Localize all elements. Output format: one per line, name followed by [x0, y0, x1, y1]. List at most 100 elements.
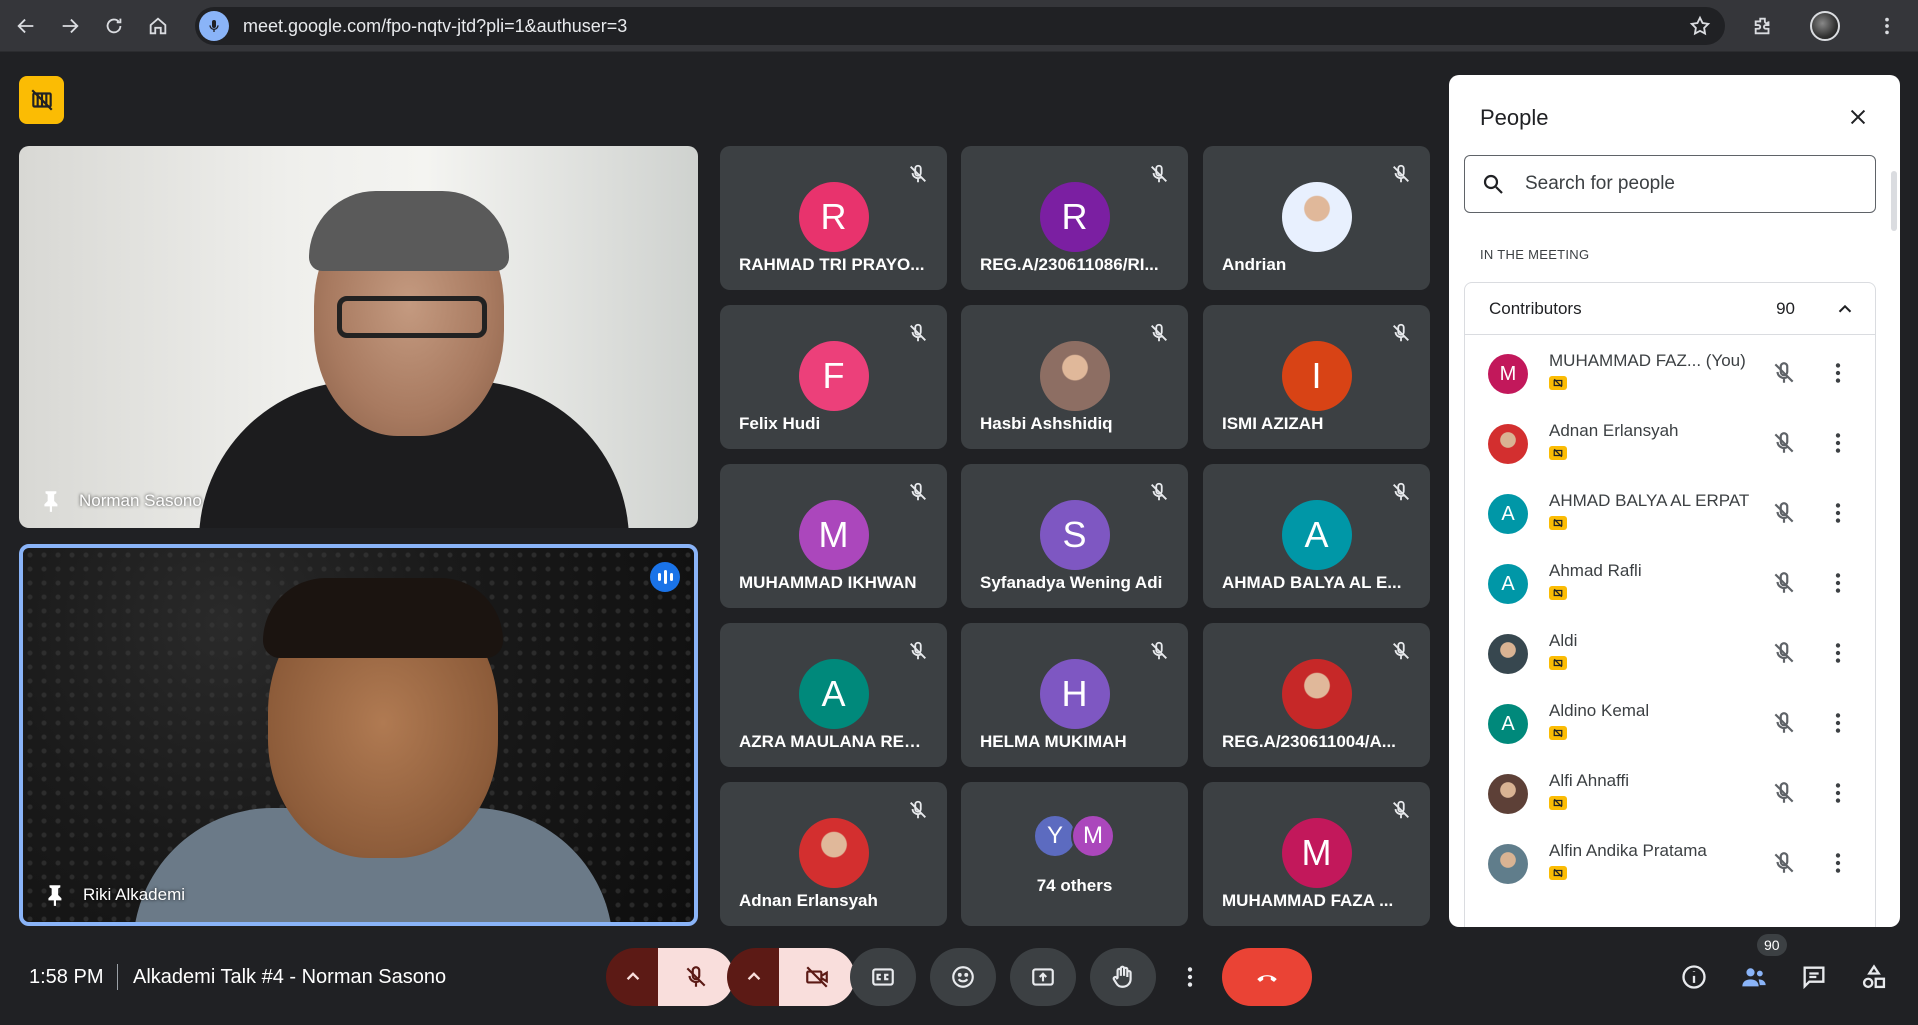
participant-name: AHMAD BALYA AL E... [1222, 573, 1402, 592]
microphone-off-icon [1390, 163, 1412, 185]
more-options-button[interactable] [1170, 948, 1210, 1006]
participant-name: Aldi [1549, 631, 1578, 650]
people-count-badge: 90 [1757, 934, 1787, 956]
participant-name: REG.A/230611086/RI... [980, 255, 1159, 274]
others-tile[interactable]: Y M 74 others [961, 782, 1188, 926]
profile-avatar[interactable] [1794, 0, 1856, 52]
video-options-button[interactable] [727, 948, 781, 1006]
camera-toggle-button[interactable] [779, 948, 855, 1006]
participant-row[interactable]: A Aldino Kemal [1465, 689, 1875, 759]
avatar: F [798, 341, 869, 411]
participant-tile[interactable]: Adnan Erlansyah [720, 782, 947, 926]
chat-button[interactable] [1793, 956, 1835, 998]
audio-options-button[interactable] [606, 948, 660, 1006]
microphone-off-icon[interactable] [1771, 780, 1797, 806]
leave-call-button[interactable] [1222, 948, 1312, 1006]
microphone-off-icon[interactable] [1771, 710, 1797, 736]
more-vert-icon[interactable] [1825, 850, 1851, 876]
close-panel-button[interactable] [1840, 99, 1876, 135]
captions-button[interactable] [850, 948, 916, 1006]
section-label: IN THE MEETING [1480, 247, 1590, 262]
recording-tag-icon [1549, 446, 1567, 460]
participant-tile[interactable]: A AHMAD BALYA AL E... [1203, 464, 1430, 608]
avatar [1488, 774, 1528, 814]
microphone-toggle-button[interactable] [658, 948, 734, 1006]
url-text: meet.google.com/fpo-nqtv-jtd?pli=1&authu… [243, 15, 628, 36]
participant-row[interactable]: A Ahmad Rafli [1465, 549, 1875, 619]
participant-row[interactable]: Adnan Erlansyah [1465, 409, 1875, 479]
participant-tile[interactable]: Hasbi Ashshidiq [961, 305, 1188, 449]
more-vert-icon[interactable] [1825, 500, 1851, 526]
participant-tile[interactable]: S Syfanadya Wening Adi [961, 464, 1188, 608]
browser-toolbar: meet.google.com/fpo-nqtv-jtd?pli=1&authu… [0, 0, 1918, 52]
recording-indicator-icon[interactable] [19, 76, 64, 124]
extensions-icon[interactable] [1732, 0, 1794, 52]
participant-tile[interactable]: F Felix Hudi [720, 305, 947, 449]
microphone-off-icon [907, 799, 929, 821]
microphone-off-icon[interactable] [1771, 850, 1797, 876]
meeting-info-button[interactable] [1673, 956, 1715, 998]
participant-tile[interactable]: I ISMI AZIZAH [1203, 305, 1430, 449]
others-avatar-2: M [1071, 814, 1115, 858]
participant-tile[interactable]: REG.A/230611004/A... [1203, 623, 1430, 767]
reload-icon[interactable] [92, 0, 136, 52]
participant-tile[interactable]: Andrian [1203, 146, 1430, 290]
raise-hand-button[interactable] [1090, 948, 1156, 1006]
reactions-button[interactable] [930, 948, 996, 1006]
home-icon[interactable] [136, 0, 180, 52]
avatar: I [1281, 341, 1352, 411]
captions-icon [872, 968, 894, 986]
participant-row[interactable]: M MUHAMMAD FAZ... (You) [1465, 339, 1875, 409]
participant-row[interactable]: Alfi Ahnaffi [1465, 759, 1875, 829]
participant-row[interactable]: Alfin Andika Pratama [1465, 829, 1875, 899]
address-bar[interactable]: meet.google.com/fpo-nqtv-jtd?pli=1&authu… [195, 7, 1725, 45]
video-tile-riki-alkademi[interactable]: Riki Alkademi [19, 544, 698, 926]
microphone-icon[interactable] [199, 11, 229, 41]
participant-tile[interactable]: M MUHAMMAD FAZA ... [1203, 782, 1430, 926]
microphone-off-icon[interactable] [1771, 570, 1797, 596]
participant-tile[interactable]: R REG.A/230611086/RI... [961, 146, 1188, 290]
microphone-off-icon [1390, 322, 1412, 344]
people-button[interactable] [1733, 956, 1775, 998]
microphone-off-icon[interactable] [1771, 430, 1797, 456]
more-vert-icon[interactable] [1825, 780, 1851, 806]
meeting-title: Alkademi Talk #4 - Norman Sasono [133, 966, 447, 988]
avatar: S [1039, 500, 1110, 570]
more-vert-icon[interactable] [1825, 570, 1851, 596]
more-vert-icon[interactable] [1825, 360, 1851, 386]
participant-name: Andrian [1222, 255, 1287, 274]
more-vert-icon[interactable] [1825, 640, 1851, 666]
activities-button[interactable] [1853, 956, 1895, 998]
participant-tile[interactable]: M MUHAMMAD IKHWAN [720, 464, 947, 608]
participant-tile[interactable]: R RAHMAD TRI PRAYO... [720, 146, 947, 290]
panel-scrollbar[interactable] [1891, 171, 1897, 231]
participant-tile[interactable]: A AZRA MAULANA RES... [720, 623, 947, 767]
microphone-off-icon [907, 481, 929, 503]
search-people-field[interactable] [1464, 155, 1876, 213]
forward-icon[interactable] [48, 0, 92, 52]
participant-row[interactable]: Aldi [1465, 619, 1875, 689]
more-vert-icon[interactable] [1825, 710, 1851, 736]
microphone-off-icon[interactable] [1771, 640, 1797, 666]
video-tile-norman-sasono[interactable]: Norman Sasono [19, 146, 698, 528]
avatar: R [798, 182, 869, 252]
microphone-off-icon [907, 322, 929, 344]
contributors-header[interactable]: Contributors 90 [1465, 283, 1875, 335]
end-call-icon [1257, 975, 1277, 982]
chat-icon [1803, 966, 1825, 990]
microphone-off-icon [1148, 640, 1170, 662]
participant-name: Alfin Andika Pratama [1549, 841, 1707, 860]
present-screen-button[interactable] [1010, 948, 1076, 1006]
participant-row[interactable]: A AHMAD BALYA AL ERPAT [1465, 479, 1875, 549]
participant-tile[interactable]: H HELMA MUKIMAH [961, 623, 1188, 767]
chevron-up-icon[interactable] [1825, 289, 1865, 329]
people-icon [1742, 968, 1766, 987]
back-icon[interactable] [4, 0, 48, 52]
microphone-off-icon[interactable] [1771, 500, 1797, 526]
microphone-off-icon[interactable] [1771, 360, 1797, 386]
search-input[interactable] [1525, 173, 1865, 195]
bookmark-star-icon[interactable] [1689, 15, 1711, 37]
browser-menu-icon[interactable] [1856, 0, 1918, 52]
more-vert-icon[interactable] [1825, 430, 1851, 456]
speaking-indicator-icon [650, 562, 680, 592]
